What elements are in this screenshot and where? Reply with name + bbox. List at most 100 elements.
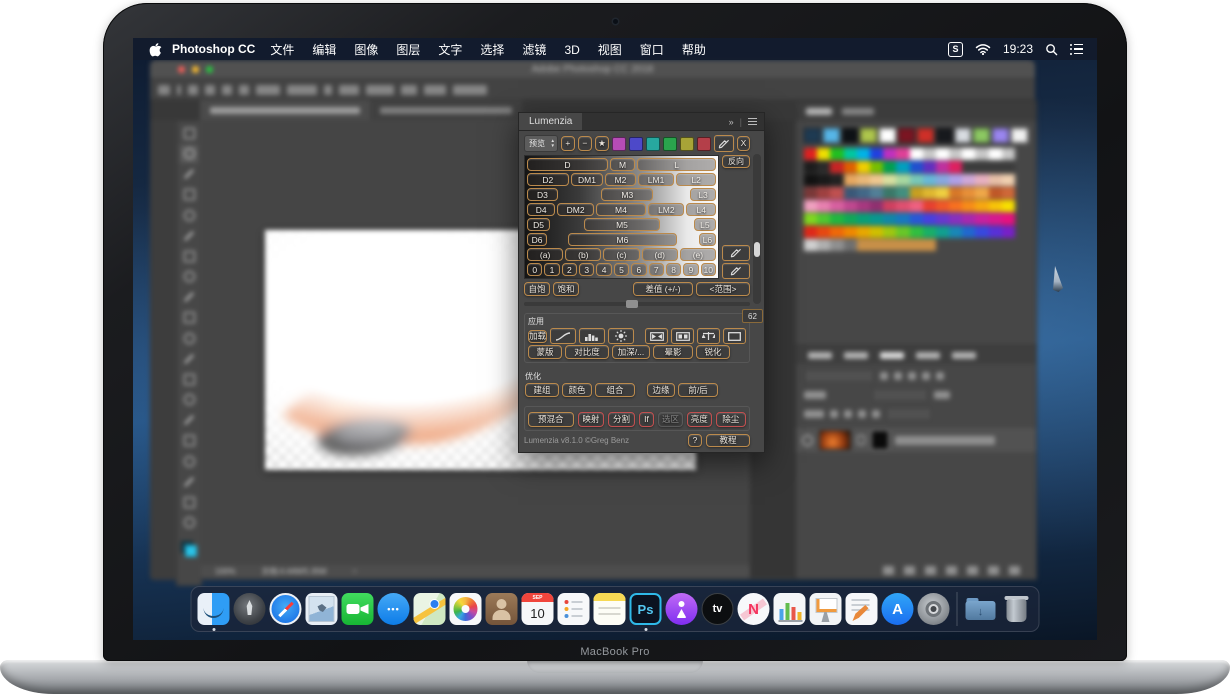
option-control[interactable] bbox=[177, 85, 181, 95]
color-swatch[interactable] bbox=[1002, 174, 1015, 186]
color-swatch[interactable] bbox=[910, 161, 923, 173]
menu-item-滤镜[interactable]: 滤镜 bbox=[513, 43, 555, 57]
color-swatch[interactable] bbox=[844, 148, 857, 160]
refine-button-4[interactable]: 前/后 bbox=[678, 383, 718, 397]
color-swatch[interactable] bbox=[975, 239, 988, 251]
invert-button[interactable]: 反向 bbox=[722, 155, 750, 168]
dock-item-mail[interactable] bbox=[306, 593, 338, 625]
dodge-tool-icon[interactable] bbox=[183, 394, 195, 406]
favorite-button[interactable]: ★ bbox=[595, 136, 609, 151]
color-swatch[interactable] bbox=[817, 187, 830, 199]
action-button-亮度[interactable]: 亮度 bbox=[687, 412, 712, 427]
saturation-button[interactable]: 饱和 bbox=[553, 282, 579, 296]
menu-item-图像[interactable]: 图像 bbox=[345, 43, 387, 57]
color-swatch[interactable] bbox=[910, 174, 923, 186]
action-button-除尘[interactable]: 除尘 bbox=[716, 412, 746, 427]
level-button-3[interactable]: 3 bbox=[579, 263, 594, 276]
mask-button-L4[interactable]: L4 bbox=[686, 203, 716, 216]
color-swatch[interactable] bbox=[923, 213, 936, 225]
type-tool-icon[interactable] bbox=[183, 435, 195, 447]
color-swatch[interactable] bbox=[896, 226, 909, 238]
layer-row[interactable] bbox=[796, 428, 1036, 452]
option-control[interactable] bbox=[366, 85, 394, 95]
lumenzia-tab[interactable]: Lumenzia bbox=[519, 113, 582, 130]
color-swatch[interactable] bbox=[910, 239, 923, 251]
option-control[interactable] bbox=[256, 85, 280, 95]
color-swatch[interactable] bbox=[910, 213, 923, 225]
dock-item-notes[interactable] bbox=[594, 593, 626, 625]
color-swatch[interactable] bbox=[923, 226, 936, 238]
color-swatch[interactable] bbox=[923, 200, 936, 212]
path-select-tool-icon[interactable] bbox=[183, 455, 195, 467]
color-swatch[interactable] bbox=[962, 148, 975, 160]
swatch-preset[interactable] bbox=[955, 128, 972, 143]
dock-item-settings[interactable] bbox=[918, 593, 950, 625]
mask-button-L5[interactable]: L5 bbox=[694, 218, 716, 231]
healing-tool-icon[interactable] bbox=[183, 250, 195, 262]
color-swatch[interactable] bbox=[975, 213, 988, 225]
channel-swatch-2[interactable] bbox=[646, 137, 660, 151]
color-swatch[interactable] bbox=[857, 148, 870, 160]
color-swatch[interactable] bbox=[883, 187, 896, 199]
pen-tool-icon[interactable] bbox=[183, 414, 195, 426]
eraser-tool-icon[interactable] bbox=[183, 332, 195, 344]
mask-button-M[interactable]: M bbox=[610, 158, 635, 171]
eyedropper-tool-icon[interactable] bbox=[183, 230, 195, 242]
color-swatch[interactable] bbox=[989, 213, 1002, 225]
menu-item-帮助[interactable]: 帮助 bbox=[673, 43, 715, 57]
lock-row[interactable] bbox=[796, 402, 1036, 421]
mask-button-M3[interactable]: M3 bbox=[601, 188, 653, 201]
color-swatch[interactable] bbox=[923, 148, 936, 160]
swatch-preset[interactable] bbox=[936, 128, 953, 143]
level-button-4[interactable]: 4 bbox=[596, 263, 611, 276]
color-swatch[interactable] bbox=[910, 187, 923, 199]
menu-item-编辑[interactable]: 编辑 bbox=[303, 43, 345, 57]
color-swatch[interactable] bbox=[844, 226, 857, 238]
zone-button-d[interactable]: (d) bbox=[642, 248, 678, 261]
mask-button-M2[interactable]: M2 bbox=[605, 173, 636, 186]
mask-button-L3[interactable]: L3 bbox=[690, 188, 716, 201]
option-control[interactable] bbox=[339, 85, 359, 95]
color-swatch[interactable] bbox=[817, 148, 830, 160]
menu-item-选择[interactable]: 选择 bbox=[471, 43, 513, 57]
document-tab-inactive[interactable] bbox=[370, 100, 522, 120]
color-swatch[interactable] bbox=[883, 239, 896, 251]
background-color[interactable] bbox=[185, 545, 197, 557]
dock-item-messages[interactable]: ••• bbox=[378, 593, 410, 625]
level-button-10[interactable]: 10 bbox=[701, 263, 716, 276]
mask-icon-button[interactable] bbox=[645, 328, 668, 344]
layer-mask-thumbnail[interactable] bbox=[871, 430, 889, 450]
option-control[interactable] bbox=[424, 85, 446, 95]
level-button-0[interactable]: 0 bbox=[527, 263, 542, 276]
color-swatch[interactable] bbox=[936, 148, 949, 160]
swatch-preset[interactable] bbox=[842, 128, 859, 143]
color-swatch[interactable] bbox=[844, 187, 857, 199]
color-swatch[interactable] bbox=[910, 226, 923, 238]
color-swatch[interactable] bbox=[910, 148, 923, 160]
color-swatch[interactable] bbox=[936, 187, 949, 199]
color-swatch[interactable] bbox=[830, 161, 843, 173]
color-swatch[interactable] bbox=[870, 148, 883, 160]
color-swatch[interactable] bbox=[989, 187, 1002, 199]
eyedropper-button-top[interactable] bbox=[714, 135, 734, 152]
apply-button-0[interactable]: 蒙版 bbox=[528, 345, 562, 359]
spotlight-search-icon[interactable] bbox=[1045, 43, 1058, 56]
channel-swatch-1[interactable] bbox=[629, 137, 643, 151]
color-swatch[interactable] bbox=[1002, 148, 1015, 160]
swatch-preset[interactable] bbox=[804, 128, 821, 143]
dock-item-appletv[interactable]: tv bbox=[702, 593, 734, 625]
dock-item-podcasts[interactable] bbox=[666, 593, 698, 625]
mask-button-M5[interactable]: M5 bbox=[584, 218, 660, 231]
color-swatch[interactable] bbox=[1002, 226, 1015, 238]
color-swatch[interactable] bbox=[923, 187, 936, 199]
dock-item-photoshop[interactable]: Ps bbox=[630, 593, 662, 625]
status-chevron-icon[interactable]: > bbox=[352, 567, 357, 576]
blur-tool-icon[interactable] bbox=[183, 373, 195, 385]
color-swatch[interactable] bbox=[936, 161, 949, 173]
scrollbar-thumb[interactable] bbox=[754, 242, 760, 257]
quick-select-tool-icon[interactable] bbox=[183, 189, 195, 201]
color-swatch[interactable] bbox=[804, 187, 817, 199]
apply-button-4[interactable]: 锐化 bbox=[696, 345, 730, 359]
color-swatch[interactable] bbox=[883, 161, 896, 173]
channel-swatch-4[interactable] bbox=[680, 137, 694, 151]
